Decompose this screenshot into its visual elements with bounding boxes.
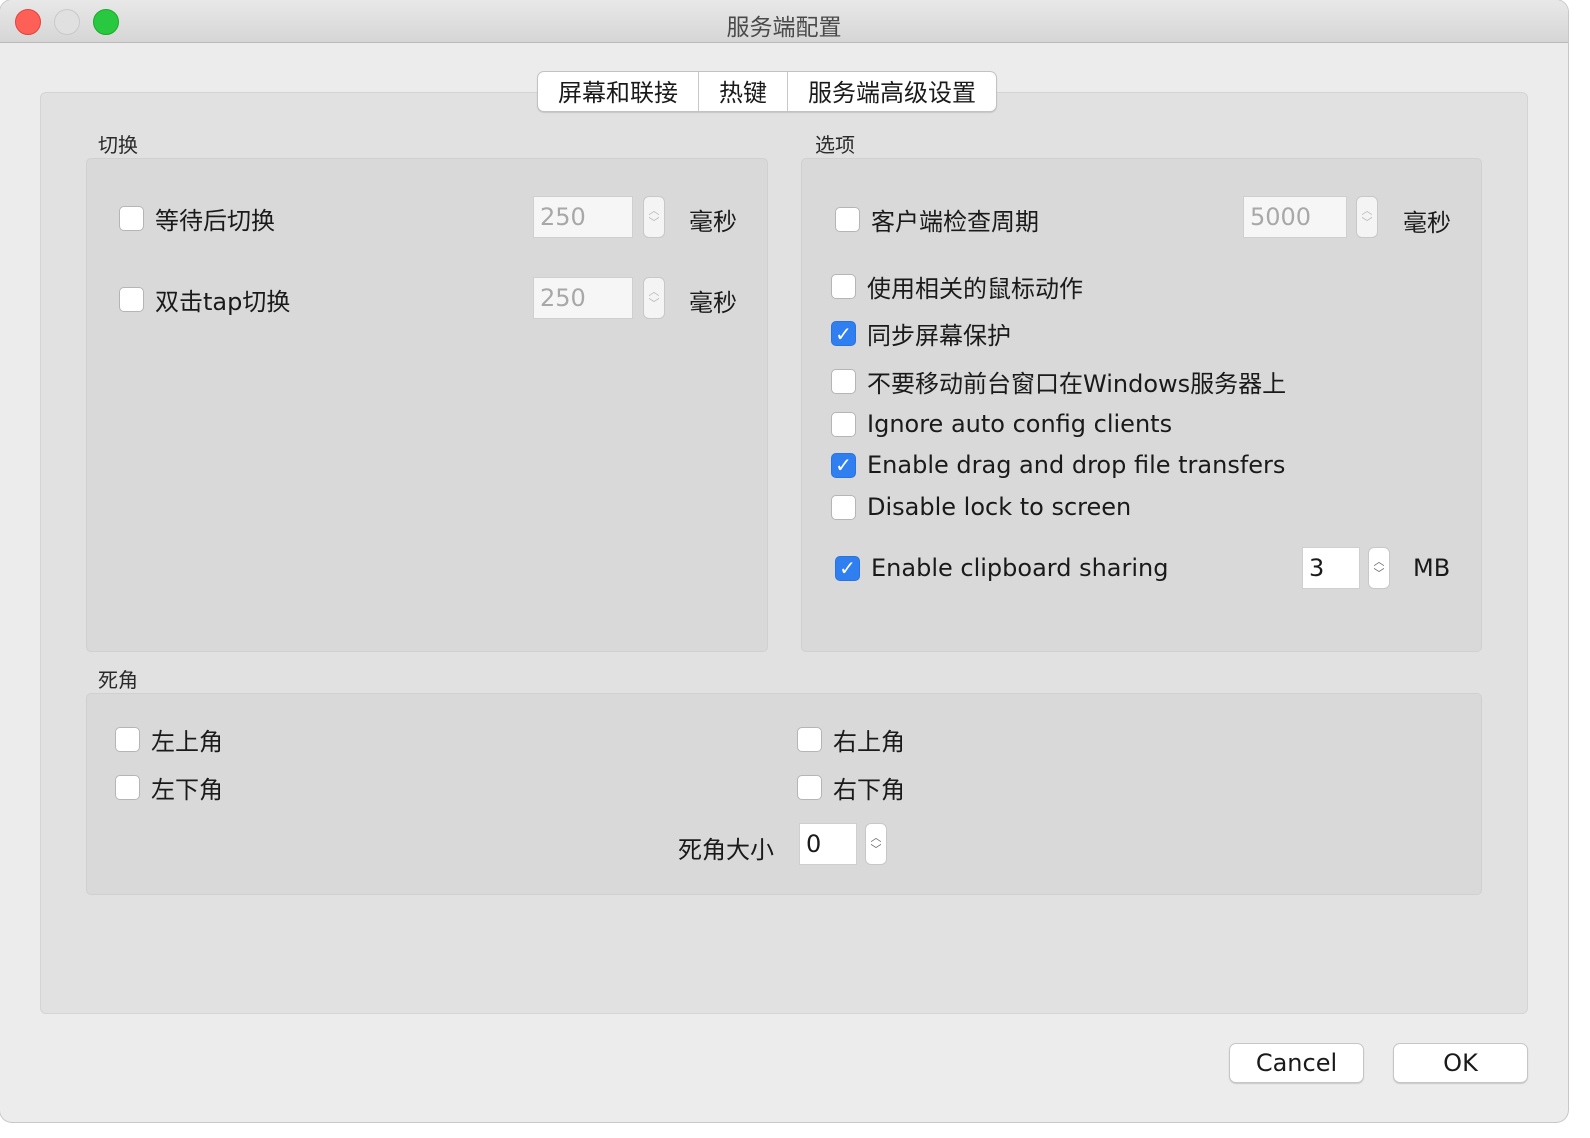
top-left-corner-row: ✓ 左上角 bbox=[115, 722, 223, 757]
dead-corner-size-stepper[interactable]: ︿ ﹀ bbox=[865, 823, 887, 865]
top-right-corner-row: ✓ 右上角 bbox=[797, 722, 905, 757]
wait-switch-label: 等待后切换 bbox=[155, 207, 275, 235]
chevron-down-icon: ﹀ bbox=[1373, 567, 1385, 580]
bottom-right-corner-row: ✓ 右下角 bbox=[797, 770, 905, 805]
drag-drop-label: Enable drag and drop file transfers bbox=[867, 451, 1286, 479]
window-title: 服务端配置 bbox=[726, 15, 842, 41]
options-group-title: 选项 bbox=[815, 133, 855, 157]
chevron-down-icon: ﹀ bbox=[870, 843, 882, 856]
ignore-auto-config-checkbox[interactable]: ✓ bbox=[831, 411, 856, 437]
option-disable-lock-row: ✓ Disable lock to screen bbox=[831, 493, 1131, 521]
drag-drop-checkbox[interactable]: ✓ bbox=[831, 452, 856, 478]
disable-lock-label: Disable lock to screen bbox=[867, 493, 1132, 521]
tab-bar: 屏幕和联接 热键 服务端高级设置 bbox=[537, 71, 997, 112]
checkmark-icon: ✓ bbox=[835, 453, 852, 477]
top-left-corner-label: 左上角 bbox=[151, 728, 223, 756]
top-right-corner-checkbox[interactable]: ✓ bbox=[797, 727, 822, 752]
client-check-interval-input[interactable]: 5000 bbox=[1243, 196, 1347, 238]
tab-hotkeys[interactable]: 热键 bbox=[699, 72, 788, 111]
client-check-row: ✓ 客户端检查周期 bbox=[835, 202, 1039, 237]
client-check-stepper[interactable]: ︿ ﹀ bbox=[1356, 196, 1378, 238]
wait-switch-stepper[interactable]: ︿ ﹀ bbox=[643, 196, 665, 238]
chevron-down-icon: ﹀ bbox=[1361, 216, 1373, 229]
wait-switch-unit: 毫秒 bbox=[689, 208, 737, 236]
option-sync-screensaver-row: ✓ 同步屏幕保护 bbox=[831, 316, 1011, 351]
title-bar: 服务端配置 bbox=[0, 0, 1568, 43]
sync-screensaver-label: 同步屏幕保护 bbox=[867, 322, 1011, 350]
clipboard-sharing-label: Enable clipboard sharing bbox=[871, 554, 1169, 582]
clipboard-size-stepper[interactable]: ︿ ﹀ bbox=[1368, 547, 1390, 589]
chevron-down-icon: ﹀ bbox=[648, 297, 660, 310]
tab-screens-and-links[interactable]: 屏幕和联接 bbox=[538, 72, 699, 111]
bottom-left-corner-checkbox[interactable]: ✓ bbox=[115, 775, 140, 800]
client-check-checkbox[interactable]: ✓ bbox=[835, 207, 860, 232]
checkmark-icon: ✓ bbox=[835, 321, 852, 346]
wait-switch-checkbox[interactable]: ✓ bbox=[119, 206, 144, 231]
double-tap-unit: 毫秒 bbox=[689, 289, 737, 317]
checkmark-icon: ✓ bbox=[839, 556, 856, 580]
no-move-foreground-checkbox[interactable]: ✓ bbox=[831, 369, 856, 394]
double-tap-delay-input[interactable]: 250 bbox=[533, 277, 633, 319]
clipboard-row: ✓ Enable clipboard sharing bbox=[835, 554, 1168, 582]
no-move-foreground-label: 不要移动前台窗口在Windows服务器上 bbox=[867, 370, 1287, 398]
sync-screensaver-checkbox[interactable]: ✓ bbox=[831, 321, 856, 346]
bottom-right-corner-label: 右下角 bbox=[833, 776, 905, 804]
dead-corner-size-label: 死角大小 bbox=[678, 836, 774, 864]
bottom-left-corner-row: ✓ 左下角 bbox=[115, 770, 223, 805]
wait-switch-delay-input[interactable]: 250 bbox=[533, 196, 633, 238]
double-tap-stepper[interactable]: ︿ ﹀ bbox=[643, 277, 665, 319]
disable-lock-checkbox[interactable]: ✓ bbox=[831, 494, 856, 520]
relative-mouse-label: 使用相关的鼠标动作 bbox=[867, 275, 1083, 303]
option-no-move-foreground-row: ✓ 不要移动前台窗口在Windows服务器上 bbox=[831, 364, 1286, 399]
dead-corners-group bbox=[86, 693, 1482, 895]
dead-corners-group-title: 死角 bbox=[98, 668, 138, 692]
double-tap-label: 双击tap切换 bbox=[155, 288, 291, 316]
bottom-right-corner-checkbox[interactable]: ✓ bbox=[797, 775, 822, 800]
ignore-auto-config-label: Ignore auto config clients bbox=[867, 410, 1173, 438]
ok-button[interactable]: OK bbox=[1393, 1043, 1528, 1083]
double-tap-row: ✓ 双击tap切换 bbox=[119, 282, 290, 317]
cancel-button[interactable]: Cancel bbox=[1229, 1043, 1364, 1083]
relative-mouse-checkbox[interactable]: ✓ bbox=[831, 274, 856, 299]
dialog-window: 服务端配置 屏幕和联接 热键 服务端高级设置 切换 ✓ 等待后切换 250 ︿﹀… bbox=[0, 0, 1568, 1122]
dead-corner-size-input[interactable]: 0 bbox=[799, 823, 857, 865]
option-drag-drop-row: ✓ Enable drag and drop file transfers bbox=[831, 451, 1285, 479]
clipboard-sharing-checkbox[interactable]: ✓ bbox=[835, 555, 860, 581]
chevron-down-icon: ﹀ bbox=[648, 216, 660, 229]
top-left-corner-checkbox[interactable]: ✓ bbox=[115, 727, 140, 752]
clipboard-size-input[interactable]: 3 bbox=[1302, 547, 1360, 589]
tab-advanced-server-settings[interactable]: 服务端高级设置 bbox=[788, 72, 996, 111]
option-ignore-auto-config-row: ✓ Ignore auto config clients bbox=[831, 410, 1172, 438]
wait-switch-row: ✓ 等待后切换 bbox=[119, 201, 275, 236]
client-check-unit: 毫秒 bbox=[1403, 209, 1451, 237]
top-right-corner-label: 右上角 bbox=[833, 728, 905, 756]
bottom-left-corner-label: 左下角 bbox=[151, 776, 223, 804]
client-check-label: 客户端检查周期 bbox=[871, 208, 1039, 236]
option-relative-mouse-row: ✓ 使用相关的鼠标动作 bbox=[831, 269, 1083, 304]
double-tap-checkbox[interactable]: ✓ bbox=[119, 287, 144, 312]
clipboard-size-unit: MB bbox=[1413, 554, 1451, 582]
switch-group-title: 切换 bbox=[98, 133, 138, 157]
